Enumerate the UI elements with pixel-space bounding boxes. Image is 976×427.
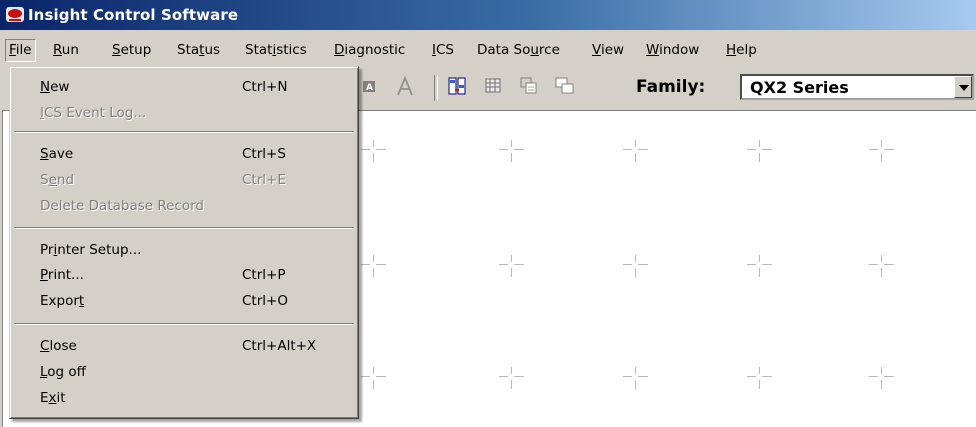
menu-statistics[interactable]: Statistics bbox=[245, 42, 307, 58]
menu-setup[interactable]: Setup bbox=[112, 42, 151, 58]
menu-item-ics-event-log[interactable]: ICS Event Log... bbox=[10, 102, 358, 126]
menu-item-close[interactable]: Close Ctrl+Alt+X bbox=[10, 335, 358, 359]
font-box-icon[interactable]: A bbox=[358, 75, 380, 97]
grid-crosshair bbox=[623, 367, 649, 397]
transfer-icon[interactable] bbox=[446, 75, 468, 97]
menu-item-print[interactable]: Print... Ctrl+P bbox=[10, 264, 358, 288]
chart-icon[interactable] bbox=[518, 75, 540, 97]
menu-item-save[interactable]: Save Ctrl+S bbox=[10, 143, 358, 167]
menu-item-printer-setup[interactable]: Printer Setup... bbox=[10, 239, 358, 263]
menu-data-source[interactable]: Data Source bbox=[477, 42, 560, 58]
menu-status[interactable]: Status bbox=[177, 42, 220, 58]
menu-item-delete-record[interactable]: Delete Database Record bbox=[10, 195, 358, 219]
menu-separator bbox=[14, 323, 354, 325]
menu-bar: File Run Setup Status Statistics Diagnos… bbox=[0, 36, 976, 66]
menu-diagnostic[interactable]: Diagnostic bbox=[334, 42, 405, 58]
family-label: Family: bbox=[636, 77, 706, 97]
grid-crosshair bbox=[747, 140, 773, 170]
menu-item-new[interactable]: New Ctrl+N bbox=[10, 76, 358, 100]
grid-crosshair bbox=[623, 140, 649, 170]
title-bar[interactable]: Insight Control Software bbox=[0, 0, 976, 30]
grid-crosshair bbox=[499, 367, 525, 397]
grid-crosshair bbox=[361, 140, 387, 170]
menu-item-send[interactable]: Send Ctrl+E bbox=[10, 169, 358, 193]
window-title: Insight Control Software bbox=[28, 6, 239, 24]
menu-item-log-off[interactable]: Log off bbox=[10, 361, 358, 385]
menu-item-exit[interactable]: Exit bbox=[10, 387, 358, 411]
menu-window[interactable]: Window bbox=[646, 42, 699, 58]
file-menu-dropdown: New Ctrl+N ICS Event Log... Save Ctrl+S Se… bbox=[9, 66, 359, 419]
grid-crosshair bbox=[869, 367, 895, 397]
family-select[interactable]: QX2 Series bbox=[740, 74, 974, 100]
menu-view[interactable]: View bbox=[592, 42, 624, 58]
svg-text:A: A bbox=[366, 83, 373, 93]
menu-separator bbox=[14, 227, 354, 229]
menu-ics[interactable]: ICS bbox=[432, 42, 454, 58]
grid-crosshair bbox=[869, 140, 895, 170]
font-a-icon[interactable] bbox=[394, 75, 416, 97]
grid-crosshair bbox=[499, 140, 525, 170]
grid-icon[interactable] bbox=[482, 75, 504, 97]
menu-item-export[interactable]: Export Ctrl+O bbox=[10, 290, 358, 314]
grid-crosshair bbox=[623, 255, 649, 285]
menu-help[interactable]: Help bbox=[726, 42, 757, 58]
menu-file[interactable]: File bbox=[5, 39, 36, 62]
grid-crosshair bbox=[747, 255, 773, 285]
grid-crosshair bbox=[361, 367, 387, 397]
toolbar-separator bbox=[434, 75, 438, 101]
menu-separator bbox=[14, 131, 354, 133]
family-value: QX2 Series bbox=[750, 78, 849, 97]
chevron-down-icon[interactable] bbox=[954, 76, 972, 98]
menu-run[interactable]: Run bbox=[53, 42, 79, 58]
grid-crosshair bbox=[361, 255, 387, 285]
grid-crosshair bbox=[747, 367, 773, 397]
windows-icon[interactable] bbox=[554, 75, 576, 97]
grid-crosshair bbox=[869, 255, 895, 285]
app-logo-icon bbox=[6, 7, 24, 22]
grid-crosshair bbox=[499, 255, 525, 285]
